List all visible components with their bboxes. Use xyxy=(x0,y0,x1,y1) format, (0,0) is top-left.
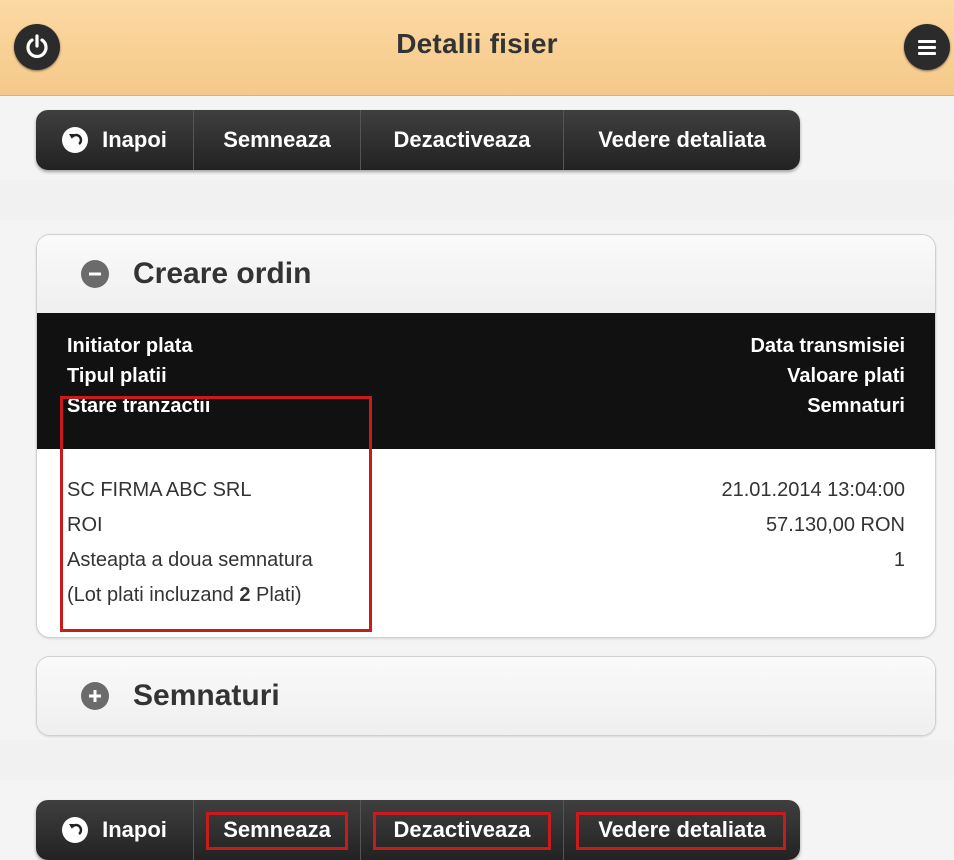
value-date: 21.01.2014 13:04:00 xyxy=(721,479,905,501)
sign-highlight-box xyxy=(206,812,348,850)
section-creare-ordin-header[interactable]: Creare ordin xyxy=(37,235,935,313)
section-title: Semnaturi xyxy=(133,679,280,712)
detailed-view-button[interactable]: Vedere detaliata xyxy=(564,110,800,170)
value-amount: 57.130,00 RON xyxy=(766,514,905,536)
deactivate-button[interactable]: Dezactiveaza xyxy=(361,800,564,860)
back-icon xyxy=(62,817,89,843)
minus-circle-icon xyxy=(81,260,109,288)
header-date: Data transmisiei xyxy=(750,335,905,357)
detailed-view-button-label: Vedere detaliata xyxy=(598,127,766,152)
back-button-label: Inapoi xyxy=(102,127,167,152)
header-type: Tipul platii xyxy=(67,365,167,387)
header-value: Valoare plati xyxy=(787,365,905,387)
header-initiator: Initiator plata xyxy=(67,335,193,357)
status-highlight-box xyxy=(60,396,372,632)
section-semnaturi-header[interactable]: Semnaturi xyxy=(37,657,935,735)
sign-button-label: Semneaza xyxy=(223,127,331,152)
sign-button[interactable]: Semneaza xyxy=(194,800,361,860)
top-toolbar: Inapoi Semneaza Dezactiveaza Vedere deta… xyxy=(36,110,800,170)
back-button[interactable]: Inapoi xyxy=(36,110,194,170)
back-button-label: Inapoi xyxy=(102,817,167,842)
page-title: Detalii fisier xyxy=(396,28,558,59)
app-header: Detalii fisier xyxy=(0,0,954,96)
back-button[interactable]: Inapoi xyxy=(36,800,194,860)
deactivate-button-label: Dezactiveaza xyxy=(393,127,531,152)
value-signatures: 1 xyxy=(893,549,905,571)
section-semnaturi: Semnaturi xyxy=(36,656,936,736)
sign-button[interactable]: Semneaza xyxy=(194,110,361,170)
deactivate-highlight-box xyxy=(373,812,551,850)
detailed-view-highlight-box xyxy=(576,812,786,850)
bottom-toolbar: Inapoi Semneaza Dezactiveaza Vedere deta… xyxy=(36,800,800,860)
deactivate-button[interactable]: Dezactiveaza xyxy=(361,110,564,170)
header-signatures: Semnaturi xyxy=(807,395,905,417)
detailed-view-button[interactable]: Vedere detaliata xyxy=(564,800,800,860)
menu-button[interactable] xyxy=(904,24,950,70)
plus-circle-icon xyxy=(81,682,109,710)
back-icon xyxy=(62,127,89,153)
section-title: Creare ordin xyxy=(133,257,312,290)
menu-icon xyxy=(918,40,936,55)
